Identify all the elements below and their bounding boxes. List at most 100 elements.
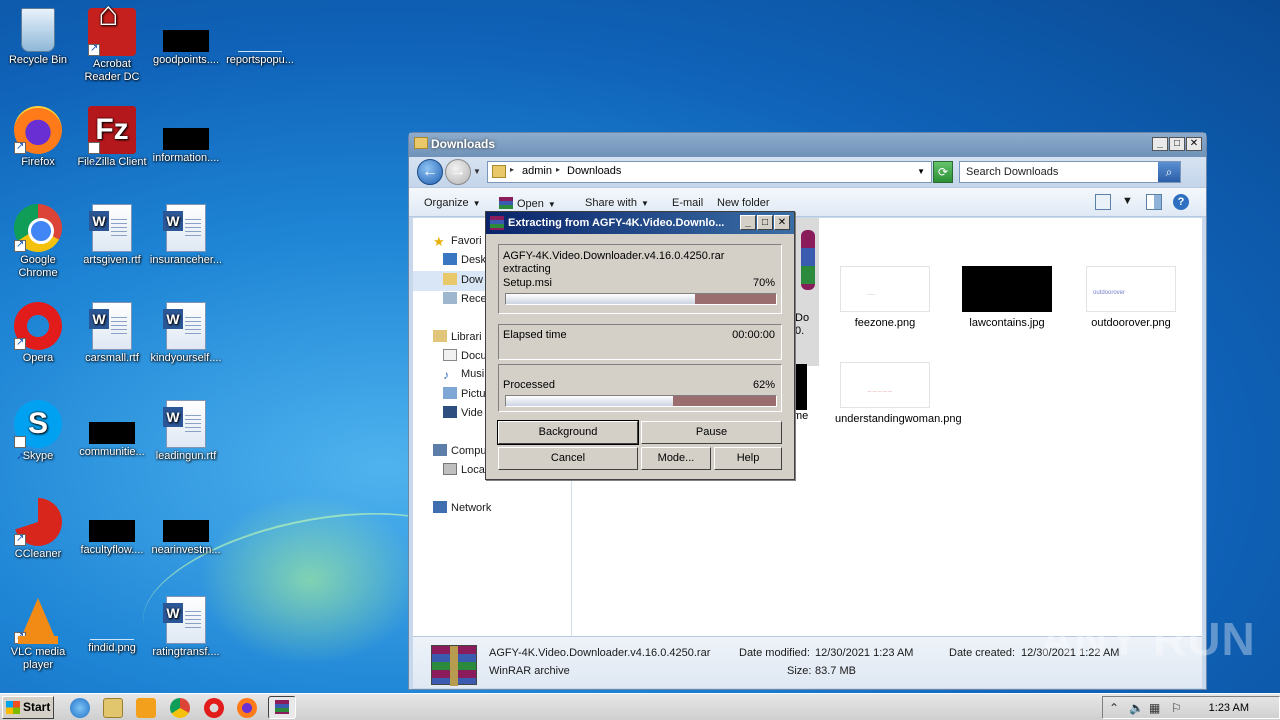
nav-documents[interactable]: Docu (443, 349, 487, 367)
desktop-icon[interactable]: Opera (0, 302, 76, 365)
close-button[interactable]: ✕ (1186, 137, 1202, 151)
forward-button[interactable]: → (445, 159, 471, 185)
network-icon[interactable]: ▦ (1149, 701, 1160, 715)
winrar-icon (499, 197, 513, 209)
desktop-icon-label: FileZilla Client (77, 156, 147, 168)
file-item[interactable]: outdoorover outdoorover.png (1081, 266, 1181, 330)
desktop-icon[interactable]: goodpoints.... (148, 8, 224, 67)
chevron-right-icon[interactable]: ▸ (556, 165, 560, 174)
background-button[interactable]: Background (497, 420, 639, 445)
breadcrumb-downloads[interactable]: Downloads (567, 165, 621, 177)
desktop-icon[interactable]: reportspopu... (222, 8, 298, 67)
open-button[interactable]: Open ▼ (499, 197, 556, 210)
nav-videos[interactable]: Vide (443, 406, 483, 424)
address-bar[interactable]: ▸ admin ▸ Downloads ▼ (487, 161, 932, 183)
start-button[interactable]: Start (2, 696, 54, 719)
search-input[interactable] (960, 162, 1150, 182)
help-icon[interactable]: ? (1173, 194, 1189, 210)
chevron-down-icon[interactable]: ▼ (1122, 195, 1133, 207)
file-item[interactable]: —— feezone.png (835, 266, 935, 330)
change-view-icon[interactable] (1095, 194, 1111, 210)
desktop-icon[interactable]: SSkype (0, 400, 76, 482)
chevron-up-icon[interactable]: ⌃ (1109, 701, 1119, 715)
computer-icon (433, 444, 447, 456)
nav-pictures[interactable]: Pictu (443, 387, 485, 405)
internet-explorer-icon[interactable] (70, 698, 90, 718)
word-document-icon (163, 302, 206, 350)
nav-music[interactable]: ♪ Musi (443, 368, 484, 386)
preview-pane-icon[interactable] (1146, 194, 1162, 210)
email-button[interactable]: E-mail (672, 197, 703, 209)
nav-local-disk[interactable]: Loca (443, 463, 485, 481)
file-item[interactable]: — — — — — understandingwoman.png (835, 362, 962, 426)
desktop-icon[interactable]: Firefox (0, 106, 76, 169)
nav-desktop[interactable]: Desk (443, 253, 486, 271)
dialog-titlebar[interactable]: Extracting from AGFY-4K.Video.Downlo... … (486, 212, 794, 234)
desktop-icon[interactable]: findid.png (74, 596, 150, 655)
pause-button[interactable]: Pause (641, 421, 782, 444)
desktop-icon-label: goodpoints.... (152, 54, 220, 66)
clock[interactable]: 1:23 AM (1209, 702, 1249, 714)
nav-recent[interactable]: Rece (443, 292, 487, 310)
nav-downloads[interactable]: Dow (443, 273, 483, 291)
organize-menu[interactable]: Organize ▼ (424, 197, 481, 209)
back-button[interactable]: ← (417, 159, 443, 185)
breadcrumb-admin[interactable]: admin (522, 165, 552, 177)
minimize-button[interactable]: _ (1152, 137, 1168, 151)
share-with-menu[interactable]: Share with ▼ (585, 197, 649, 209)
desktop-icon[interactable]: communitie... (74, 400, 150, 459)
folder-icon (414, 137, 428, 149)
action-center-flag-icon[interactable]: ⚐ (1171, 701, 1182, 715)
recent-pages-dropdown-icon[interactable]: ▼ (473, 167, 481, 176)
desktop-icon[interactable]: Acrobat Reader DC (74, 8, 150, 84)
partial-label: me (793, 410, 809, 422)
desktop-icon[interactable]: leadingun.rtf (148, 400, 224, 463)
desktop-icon[interactable]: FzFileZilla Client (74, 106, 150, 188)
desktop-icon[interactable]: kindyourself.... (148, 302, 224, 365)
media-player-icon[interactable] (136, 698, 156, 718)
desktop-icon[interactable]: information.... (148, 106, 224, 165)
desktop-icon[interactable]: carsmall.rtf (74, 302, 150, 365)
firefox-icon[interactable] (237, 698, 257, 718)
search-icon[interactable]: ⌕ (1158, 162, 1180, 182)
nav-network[interactable]: Network (433, 501, 491, 519)
desktop-icon[interactable]: Google Chrome (0, 204, 76, 280)
desktop-icon[interactable]: nearinvestm... (148, 498, 224, 557)
nav-libraries[interactable]: Librari (433, 330, 482, 348)
volume-icon[interactable]: 🔈 (1129, 701, 1144, 715)
maximize-button[interactable]: □ (1169, 137, 1185, 151)
desktop-icon (443, 253, 457, 265)
desktop-icon[interactable]: Recycle Bin (0, 8, 76, 67)
shortcut-arrow-icon (14, 630, 26, 644)
chrome-icon[interactable] (170, 698, 190, 718)
documents-icon (443, 349, 457, 361)
search-box[interactable]: ⌕ (959, 161, 1181, 183)
chevron-down-icon[interactable]: ▼ (917, 167, 925, 176)
desktop-icon[interactable]: facultyflow.... (74, 498, 150, 557)
progress-remaining (695, 294, 776, 304)
winrar-task-button[interactable] (268, 696, 296, 719)
desktop-icon[interactable]: ratingtransf.... (148, 596, 224, 659)
desktop-icon[interactable]: CCleaner (0, 498, 76, 561)
opera-icon (14, 302, 62, 350)
opera-icon[interactable] (204, 698, 224, 718)
help-button[interactable]: Help (714, 447, 782, 470)
nav-computer[interactable]: Compu (433, 444, 486, 462)
desktop-icon[interactable]: artsgiven.rtf (74, 204, 150, 267)
mode-button[interactable]: Mode... (641, 447, 711, 470)
desktop-icon-label: kindyourself.... (150, 352, 222, 364)
desktop-icon[interactable]: insuranceher... (148, 204, 224, 267)
refresh-icon[interactable]: ⟳ (933, 161, 953, 183)
desktop-icon[interactable]: VLC media player (0, 596, 76, 672)
explorer-titlebar[interactable]: Downloads _ □ ✕ (409, 133, 1206, 157)
chevron-right-icon[interactable]: ▸ (510, 165, 514, 174)
close-button[interactable]: ✕ (774, 215, 790, 230)
nav-favorites[interactable]: ★ Favori (433, 234, 482, 252)
cancel-button[interactable]: Cancel (498, 447, 638, 470)
maximize-button[interactable]: □ (757, 215, 773, 230)
libraries-icon (433, 330, 447, 342)
file-item[interactable]: lawcontains.jpg (957, 266, 1057, 330)
minimize-button[interactable]: _ (740, 215, 756, 230)
new-folder-button[interactable]: New folder (717, 197, 770, 209)
file-explorer-icon[interactable] (103, 698, 123, 718)
